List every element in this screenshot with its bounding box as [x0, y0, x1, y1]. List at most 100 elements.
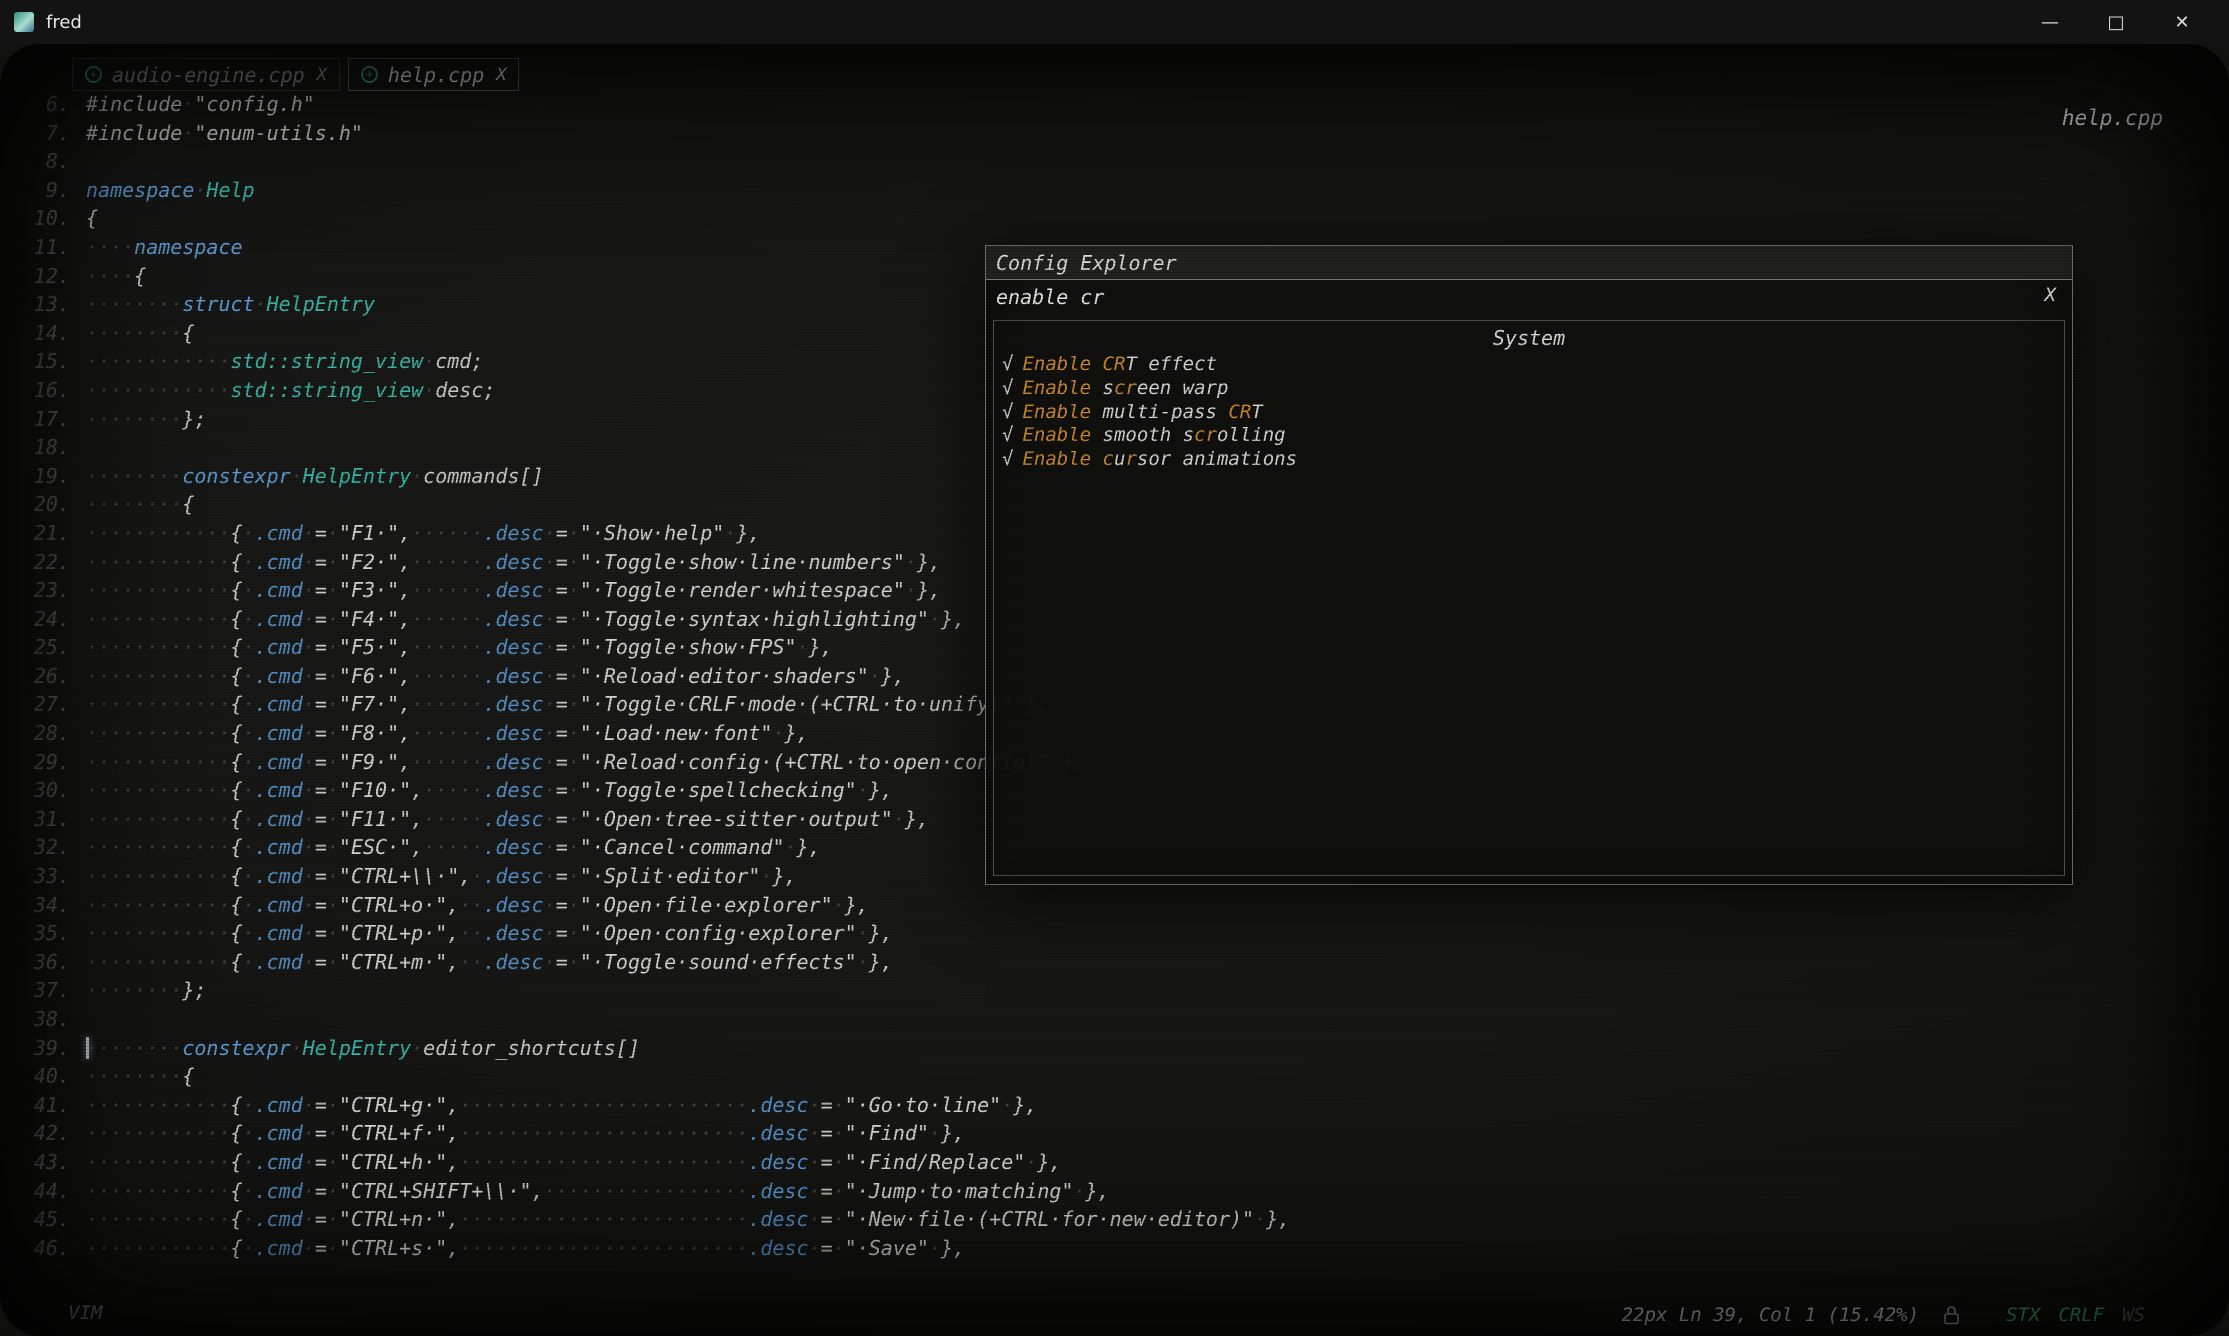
code-token: · — [544, 835, 556, 859]
code-token: namespace — [134, 235, 242, 259]
code-token: = — [315, 893, 327, 917]
code-line[interactable]: 36.············{·.cmd·=·"CTRL+m·",··.des… — [28, 948, 2229, 977]
close-button[interactable]: ✕ — [2149, 0, 2215, 44]
code-token: · — [724, 521, 736, 545]
code-token: ················· — [544, 1179, 749, 1203]
code-token: ········ — [86, 1064, 182, 1088]
config-item[interactable]: √Enable CRT effect — [1002, 353, 2056, 377]
code-token: · — [303, 1150, 315, 1174]
code-line[interactable]: 37.········}; — [28, 976, 2229, 1005]
code-token: · — [303, 578, 315, 602]
code-line[interactable]: 41.············{·.cmd·=·"CTRL+g·",······… — [28, 1091, 2229, 1120]
code-line[interactable]: 44.············{·.cmd·=·"CTRL+SHIFT+\\·"… — [28, 1177, 2229, 1206]
code-line[interactable]: 8. — [28, 147, 2229, 176]
code-token: "·Toggle·sound·effects" — [580, 950, 857, 974]
code-token: = — [821, 1121, 833, 1145]
line-number: 44. — [28, 1177, 70, 1206]
checked-checkbox-icon[interactable]: √ — [1002, 424, 1013, 446]
code-token: { — [231, 1236, 243, 1260]
minimize-button[interactable]: — — [2017, 0, 2083, 44]
code-token: · — [303, 1179, 315, 1203]
tab-close-button[interactable]: X — [496, 65, 506, 85]
app-icon — [14, 12, 34, 32]
code-token: · — [243, 1179, 255, 1203]
code-token: ········ — [86, 492, 182, 516]
code-line[interactable]: 42.············{·.cmd·=·"CTRL+f·",······… — [28, 1119, 2229, 1148]
code-token: "·New·file·(+CTRL·for·new·editor)" — [845, 1207, 1254, 1231]
code-line[interactable]: 9.namespace·Help — [28, 176, 2229, 205]
code-line[interactable]: 6.#include·"config.h" — [28, 90, 2229, 119]
config-item[interactable]: √Enable smooth scrolling — [1002, 424, 2056, 448]
code-token: "·Toggle·CRLF·mode·(+CTRL·to·unify)" — [580, 692, 1013, 716]
config-item[interactable]: √Enable screen warp — [1002, 377, 2056, 401]
code-line[interactable]: 46.············{·.cmd·=·"CTRL+s·",······… — [28, 1234, 2229, 1263]
code-token: · — [303, 921, 315, 945]
config-item-text: s — [1091, 377, 1114, 399]
code-line[interactable]: 34.············{·.cmd·=·"CTRL+o·",··.des… — [28, 891, 2229, 920]
checked-checkbox-icon[interactable]: √ — [1002, 377, 1013, 399]
code-token: "·Reload·editor·shaders" — [580, 664, 869, 688]
checked-checkbox-icon[interactable]: √ — [1002, 448, 1013, 470]
line-content: ············{·.cmd·=·"CTRL+SHIFT+\\·",··… — [86, 1179, 1110, 1203]
tab-close-button[interactable]: X — [317, 65, 327, 85]
code-token: { — [231, 550, 243, 574]
line-number: 19. — [28, 462, 70, 491]
code-token: · — [327, 607, 339, 631]
code-token: , — [399, 750, 411, 774]
popup-close-button[interactable]: X — [2045, 284, 2056, 306]
config-search-input[interactable]: enable cr — [986, 280, 2072, 314]
tab-audio-engine.cpp[interactable]: +audio-engine.cppX — [72, 58, 340, 91]
code-token: "F4·" — [339, 607, 399, 631]
code-token: "F1·" — [339, 521, 399, 545]
code-token: · — [303, 607, 315, 631]
tab-help.cpp[interactable]: +help.cppX — [348, 58, 520, 91]
code-token: = — [556, 692, 568, 716]
line-number: 46. — [28, 1234, 70, 1263]
code-line[interactable]: 45.············{·.cmd·=·"CTRL+n·",······… — [28, 1205, 2229, 1234]
code-token: · — [568, 864, 580, 888]
config-item-text: T — [1251, 401, 1262, 423]
code-token: }, — [905, 807, 929, 831]
code-token: "CTRL+m·" — [339, 950, 447, 974]
code-token: · — [327, 1179, 339, 1203]
code-token: · — [760, 864, 772, 888]
maximize-button[interactable]: □ — [2083, 0, 2149, 44]
code-line[interactable]: 38. — [28, 1005, 2229, 1034]
code-token: ······ — [411, 550, 483, 574]
code-line[interactable]: 39.········constexpr·HelpEntry·editor_sh… — [28, 1034, 2229, 1063]
code-token: }, — [869, 921, 893, 945]
line-number: 8. — [28, 147, 70, 176]
code-token: = — [315, 1236, 327, 1260]
code-token: = — [556, 664, 568, 688]
code-token: { — [231, 1150, 243, 1174]
config-item[interactable]: √Enable multi-pass CRT — [1002, 401, 2056, 425]
code-token: .desc — [483, 950, 543, 974]
code-line[interactable]: 10.{ — [28, 204, 2229, 233]
line-content: ············{·.cmd·=·"F8·",······.desc·=… — [86, 721, 809, 745]
config-item[interactable]: √Enable cursor animations — [1002, 448, 2056, 472]
code-token: .desc — [483, 835, 543, 859]
code-token: · — [243, 607, 255, 631]
code-token: }, — [941, 1236, 965, 1260]
checked-checkbox-icon[interactable]: √ — [1002, 353, 1013, 375]
code-token: · — [809, 1093, 821, 1117]
code-token: · — [243, 664, 255, 688]
code-token: .desc — [748, 1207, 808, 1231]
checked-checkbox-icon[interactable]: √ — [1002, 401, 1013, 423]
code-line[interactable]: 40.········{ — [28, 1062, 2229, 1091]
config-item-text: een warp — [1137, 377, 1229, 399]
code-line[interactable]: 43.············{·.cmd·=·"CTRL+h·",······… — [28, 1148, 2229, 1177]
code-line[interactable]: 35.············{·.cmd·=·"CTRL+p·",··.des… — [28, 919, 2229, 948]
tab-bar: +audio-engine.cppX+help.cppX — [72, 58, 519, 91]
code-token: { — [231, 864, 243, 888]
code-token: "CTRL+s·" — [339, 1236, 447, 1260]
code-token: namespace — [86, 178, 194, 202]
code-line[interactable]: 7.#include·"enum-utils.h" — [28, 119, 2229, 148]
code-token: ············ — [86, 1093, 231, 1117]
config-item-text — [1091, 448, 1102, 470]
line-content: ············{·.cmd·=·"CTRL+\\·",·.desc·=… — [86, 864, 797, 888]
code-token: · — [303, 550, 315, 574]
code-token: = — [315, 521, 327, 545]
code-token: · — [568, 550, 580, 574]
config-item-text: sor animations — [1137, 448, 1297, 470]
